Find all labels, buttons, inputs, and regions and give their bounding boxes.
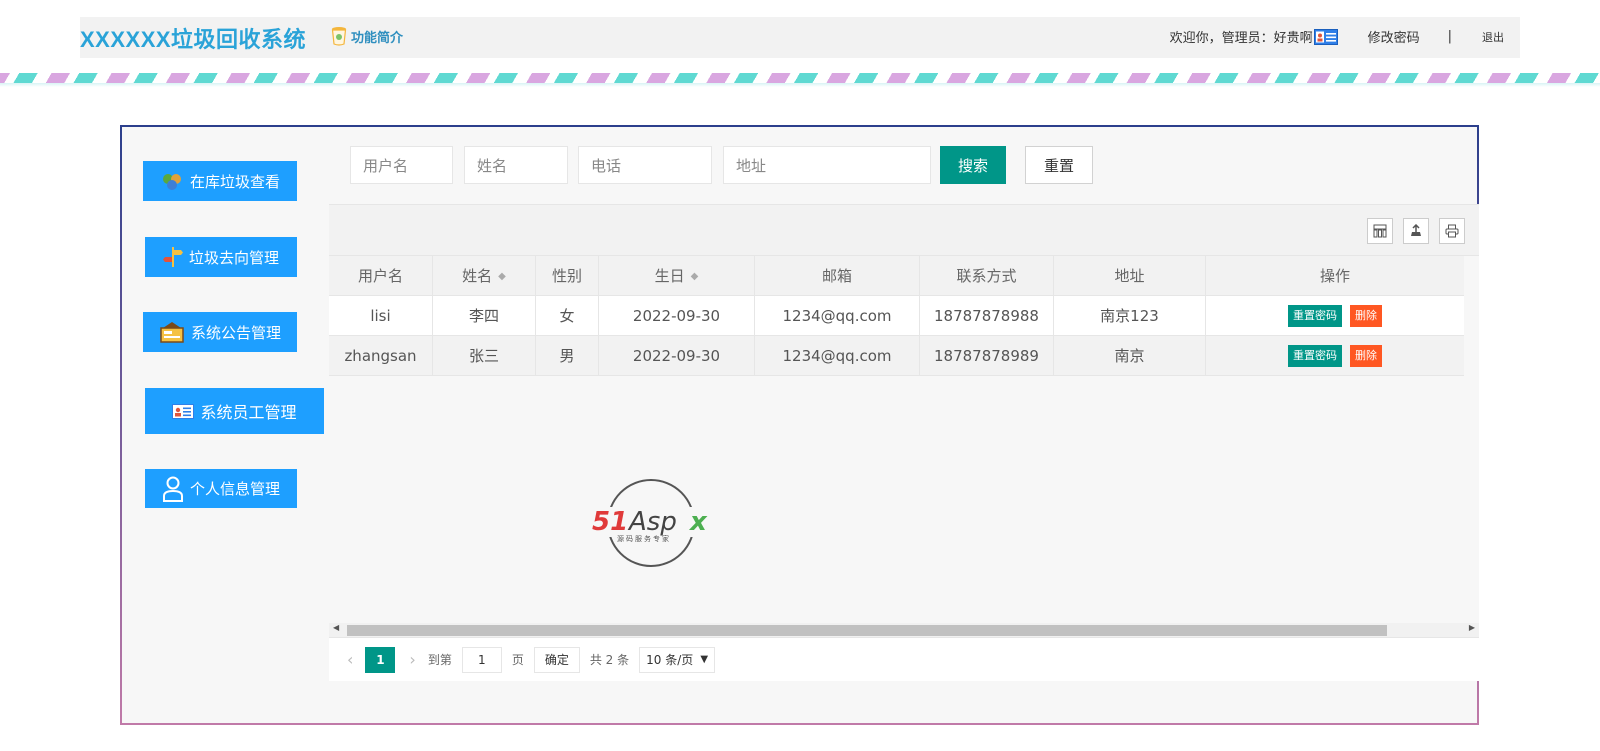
sidebar-item-garbage-view[interactable]: 在库垃圾查看 (143, 161, 297, 201)
address-search-input[interactable]: 地址 (723, 146, 931, 184)
goto-prefix: 到第 (427, 653, 452, 667)
sidebar-item-garbage-destination[interactable]: 垃圾去向管理 (145, 237, 297, 277)
cell-gender: 女 (535, 295, 599, 336)
print-icon[interactable] (1439, 218, 1465, 244)
svg-text:Asp: Asp (627, 507, 677, 537)
51aspx-watermark-logo: 51 Asp x 源码服务专家 (589, 479, 719, 567)
username-search-input[interactable]: 用户名 (350, 146, 453, 184)
delete-button[interactable]: 删除 (1350, 344, 1382, 367)
cell-username: zhangsan (329, 335, 433, 376)
name-search-input[interactable]: 姓名 (464, 146, 568, 184)
sidebar-item-label: 系统员工管理 (200, 403, 297, 422)
header-separator: | (1447, 29, 1452, 44)
prev-page-icon[interactable]: ‹ (347, 650, 353, 669)
main-panel: 在库垃圾查看 垃圾去向管理 系统公告管理 系统员工管理 个人信息管理 用户名 姓… (120, 125, 1479, 725)
search-button[interactable]: 搜索 (940, 146, 1006, 184)
top-header: XXXXXX垃圾回收系统 功能简介 欢迎你，管理员：好贵啊 修改密码 | 退出 (80, 17, 1520, 58)
cell-name: 李四 (432, 295, 536, 336)
cell-name: 张三 (432, 335, 536, 376)
column-header-actions: 操作 (1205, 256, 1464, 296)
column-header-name[interactable]: 姓名 ◆ (432, 256, 536, 296)
chevron-down-icon: ▼ (700, 654, 709, 665)
sidebar-item-notice[interactable]: 系统公告管理 (143, 312, 297, 352)
notice-board-icon (160, 322, 184, 343)
stripe-glow (0, 83, 1600, 87)
decorative-stripe (0, 73, 1600, 83)
scroll-right-arrow-icon[interactable]: ▶ (1469, 623, 1475, 632)
svg-text:x: x (688, 507, 708, 537)
export-icon[interactable] (1403, 218, 1429, 244)
column-header-email: 邮箱 (754, 256, 920, 296)
cell-gender: 男 (535, 335, 599, 376)
sidebar-item-label: 在库垃圾查看 (189, 172, 280, 191)
column-header-phone: 联系方式 (919, 256, 1054, 296)
table-header-row: 用户名 姓名 ◆ 性别 生日 ◆ 邮箱 联系方式 地址 操作 (329, 256, 1464, 296)
cell-email: 1234@qq.com (754, 335, 920, 376)
column-filter-icon[interactable] (1367, 218, 1393, 244)
table-row: zhangsan 张三 男 2022-09-30 1234@qq.com 187… (329, 335, 1464, 376)
employee-table: 用户名 姓名 ◆ 性别 生日 ◆ 邮箱 联系方式 地址 操作 lisi 李四 女 2… (329, 256, 1464, 376)
cell-phone: 18787878989 (919, 335, 1054, 376)
app-title: XXXXXX垃圾回收系统 (80, 27, 307, 52)
sidebar-item-employee[interactable]: 系统员工管理 (145, 388, 324, 434)
table-toolbar (329, 205, 1479, 256)
table-row: lisi 李四 女 2022-09-30 1234@qq.com 1878787… (329, 295, 1464, 336)
data-table-area: 用户名 姓名 ◆ 性别 生日 ◆ 邮箱 联系方式 地址 操作 lisi 李四 女 2… (329, 204, 1479, 681)
cell-birthday: 2022-09-30 (598, 295, 755, 336)
current-page-button[interactable]: 1 (365, 646, 396, 673)
reset-button[interactable]: 重置 (1025, 146, 1093, 184)
logout-link[interactable]: 退出 (1482, 29, 1504, 45)
next-page-icon[interactable]: › (409, 650, 415, 669)
horizontal-scrollbar[interactable]: ◀ ▶ (329, 623, 1479, 637)
id-card-icon (172, 403, 195, 419)
sidebar-item-label: 个人信息管理 (189, 480, 280, 498)
recycle-icon (162, 174, 181, 190)
column-header-label: 生日 (654, 267, 685, 285)
change-password-link[interactable]: 修改密码 (1368, 27, 1420, 46)
column-header-label: 姓名 (462, 267, 493, 285)
reset-password-button[interactable]: 重置密码 (1288, 344, 1342, 367)
page-size-select[interactable]: 10 条/页 ▼ (639, 646, 716, 673)
sort-icon[interactable]: ◆ (498, 271, 506, 282)
person-icon (162, 476, 183, 502)
cell-actions: 重置密码 删除 (1205, 295, 1464, 336)
phone-search-input[interactable]: 电话 (578, 146, 712, 184)
cell-address: 南京 (1053, 335, 1206, 376)
svg-text:源码服务专家: 源码服务专家 (617, 534, 671, 543)
column-header-gender: 性别 (535, 256, 599, 296)
cell-actions: 重置密码 删除 (1205, 335, 1464, 376)
column-header-birthday[interactable]: 生日 ◆ (598, 256, 755, 296)
cell-username: lisi (329, 295, 433, 336)
cup-icon (331, 27, 347, 46)
sidebar-item-profile[interactable]: 个人信息管理 (145, 469, 297, 508)
admin-badge-icon (1313, 28, 1338, 45)
cell-address: 南京123 (1053, 295, 1206, 336)
signpost-icon (162, 247, 183, 267)
column-header-address: 地址 (1053, 256, 1206, 296)
pagination: ‹ 1 › 到第 1 页 确定 共 2 条 10 条/页 ▼ (329, 637, 1479, 681)
cell-birthday: 2022-09-30 (598, 335, 755, 376)
delete-button[interactable]: 删除 (1350, 304, 1382, 327)
page-size-label: 10 条/页 (646, 653, 694, 667)
goto-page-input[interactable]: 1 (461, 646, 502, 673)
welcome-text: 欢迎你，管理员：好贵啊 (1169, 31, 1313, 46)
sort-icon[interactable]: ◆ (691, 271, 699, 282)
scrollbar-thumb[interactable] (347, 625, 1387, 636)
column-header-username: 用户名 (329, 256, 433, 296)
svg-text:51: 51 (592, 507, 628, 537)
cell-email: 1234@qq.com (754, 295, 920, 336)
user-area: 欢迎你，管理员：好贵啊 修改密码 | 退出 (1170, 27, 1504, 46)
goto-confirm-button[interactable]: 确定 (533, 646, 580, 673)
intro-link[interactable]: 功能简介 (331, 26, 403, 46)
sidebar-item-label: 垃圾去向管理 (188, 248, 279, 267)
reset-password-button[interactable]: 重置密码 (1288, 304, 1342, 327)
goto-suffix: 页 (511, 653, 524, 667)
total-count: 共 2 条 (589, 653, 630, 667)
scroll-left-arrow-icon[interactable]: ◀ (333, 623, 339, 632)
sidebar-item-label: 系统公告管理 (190, 323, 281, 342)
cell-phone: 18787878988 (919, 295, 1054, 336)
intro-label: 功能简介 (351, 30, 404, 46)
